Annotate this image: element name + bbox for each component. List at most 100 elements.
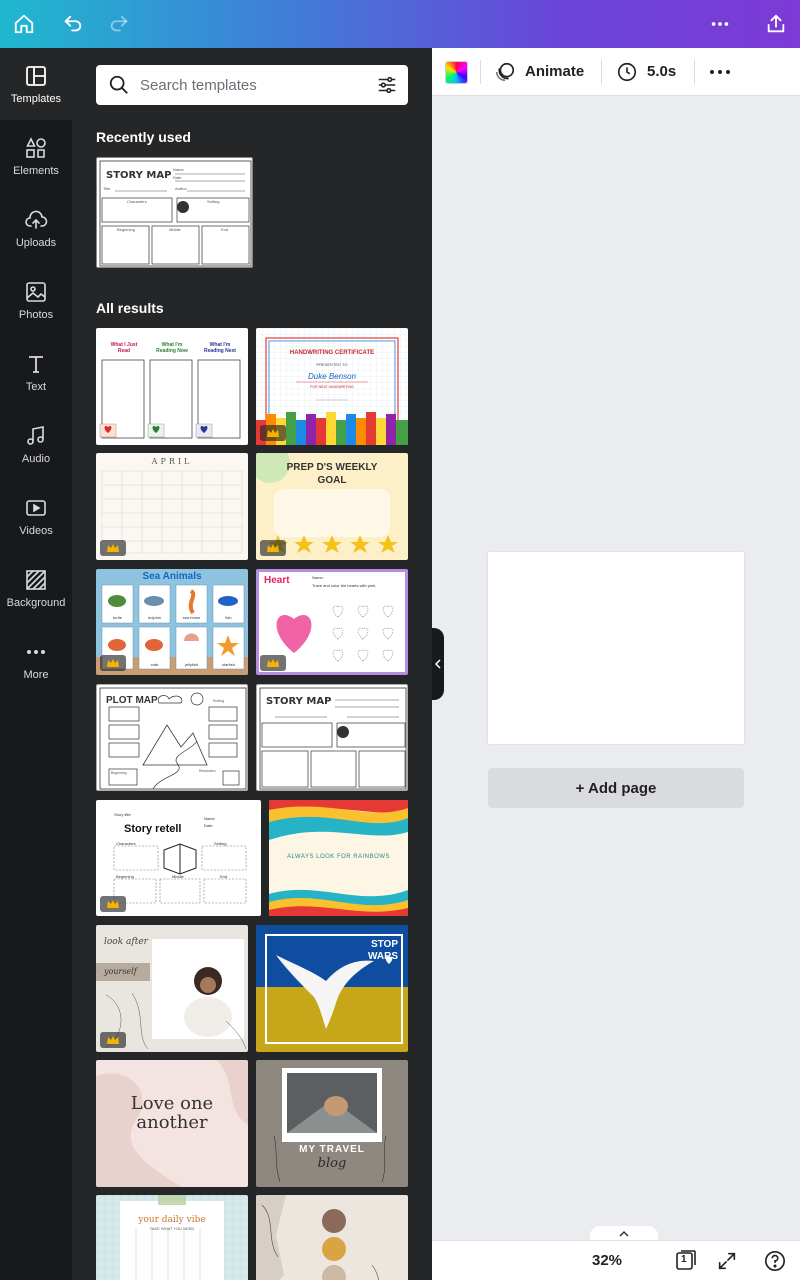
template-april-calendar[interactable]: APRIL [96,453,248,560]
color-picker-swatch[interactable] [445,61,468,84]
side-rail: Templates Elements Uploads Photos Text A… [0,48,72,1280]
premium-crown-icon [260,655,286,671]
rail-label: Audio [21,452,51,465]
thumb-text: PRESENTED TO [316,362,348,367]
thumb-text: PREP D'S WEEKLY GOAL [286,462,378,486]
rail-item-text[interactable]: Text [0,336,72,408]
rail-label: Background [6,596,66,609]
thumb-label: Middle [169,227,181,232]
template-always-look-for-rainbows[interactable]: ALWAYS LOOK FOR RAINBOWS [269,800,408,916]
animate-button[interactable]: Animate [494,60,604,84]
thumb-text: FOR NEAT HANDWRITING [310,385,354,389]
thumb-label: Beginning [117,227,135,232]
duration-button[interactable]: 5.0s [616,60,680,84]
template-story-retell[interactable]: Story title Story retell Name Date Chara… [96,800,261,916]
share-icon[interactable] [760,8,792,40]
rail-label: Uploads [15,236,57,249]
templates-panel: Recently used STORY MAP Name Date Title … [72,48,432,1280]
thumb-text: fish [225,615,232,620]
rail-item-audio[interactable]: Audio [0,408,72,480]
template-look-after-yourself[interactable]: look after yourself [96,925,248,1052]
recent-template-story-map[interactable]: STORY MAP Name Date Title Author Charact… [96,157,253,268]
template-love-one-another[interactable]: Love one another [96,1060,248,1187]
thumb-text: blog [317,1156,347,1171]
thumb-label: Author [175,186,187,191]
filter-icon[interactable] [376,74,398,96]
template-story-map[interactable]: STORY MAP [256,684,408,791]
page-count: 1 [681,1254,687,1265]
add-page-button[interactable]: + Add page [488,768,744,808]
template-stop-wars[interactable]: STOP WARS [256,925,408,1052]
zoom-level[interactable]: 32% [592,1252,622,1269]
template-my-travel-blog[interactable]: MY TRAVEL blog [256,1060,408,1187]
thumb-text: starfish [222,662,235,667]
thumb-text: turtle [113,615,122,620]
template-handwriting-certificate[interactable]: HANDWRITING CERTIFICATE PRESENTED TO Duk… [256,328,408,445]
help-icon[interactable] [764,1250,786,1272]
rail-label: Templates [10,92,62,105]
recently-used-heading: Recently used [96,129,191,145]
premium-crown-icon [100,655,126,671]
page-count-button[interactable]: 1 [675,1249,697,1271]
premium-crown-icon [100,540,126,556]
template-weekly-goal[interactable]: PREP D'S WEEKLY GOAL [256,453,408,560]
editor-toolbar: Animate 5.0s [432,48,800,96]
rail-item-templates[interactable]: Templates [0,48,72,120]
chevron-up-icon [619,1230,629,1237]
animate-label: Animate [525,63,585,80]
rail-item-elements[interactable]: Elements [0,120,72,192]
thumb-label: Title [103,186,111,191]
thumb-text: ALWAYS LOOK FOR RAINBOWS [287,854,390,860]
rail-item-more[interactable]: More [0,624,72,696]
thumb-text: jellyfish [184,662,199,667]
bottom-bar: 32% 1 [432,1240,800,1280]
rail-item-uploads[interactable]: Uploads [0,192,72,264]
rail-label: Videos [19,524,53,537]
fullscreen-icon[interactable] [716,1250,738,1272]
thumb-text: STORY MAP [266,696,332,707]
thumb-text: your daily vibe [138,1215,206,1225]
search-box [96,65,408,105]
collapse-panel-handle[interactable] [432,628,444,700]
thumb-text: TAKE WHAT YOU NEED [149,1226,195,1231]
animate-icon [495,62,515,82]
template-abstract-dots[interactable] [256,1195,408,1280]
template-heart-tracing[interactable]: Heart Name: Trace and color the hearts w… [256,569,408,675]
thumb-text: yourself [104,967,137,976]
divider [694,60,695,84]
template-reading-tracker[interactable]: What I Just Read What I'm Reading Now Wh… [96,328,248,445]
premium-crown-icon [260,540,286,556]
thumb-text: Ending [213,699,224,703]
more-icon[interactable] [704,8,736,40]
thumb-label: Characters [127,199,147,204]
thumb-text: Beginning [111,771,127,775]
template-plot-map[interactable]: PLOT MAP Ending Beginning Resolution [96,684,248,791]
divider [480,60,481,84]
rail-label: Photos [18,308,54,321]
chevron-left-icon [434,659,441,669]
rail-item-videos[interactable]: Videos [0,480,72,552]
template-daily-vibe[interactable]: your daily vibe TAKE WHAT YOU NEED [96,1195,248,1280]
thumb-text: sea horse [182,615,201,620]
templates-icon [26,65,46,86]
thumb-text: Name: [312,575,324,580]
clock-icon [617,62,637,82]
thumb-label: Setting [207,199,220,204]
design-page[interactable] [488,552,744,744]
thumb-text: HANDWRITING CERTIFICATE [289,350,375,356]
redo-icon[interactable] [103,8,135,40]
search-input[interactable] [140,65,370,105]
duration-label: 5.0s [647,63,677,80]
rail-item-background[interactable]: Background [0,552,72,624]
thumb-text: crab [150,662,159,667]
undo-icon[interactable] [57,8,89,40]
all-results-heading: All results [96,300,164,316]
template-sea-animals[interactable]: Sea Animals turtle dolphin sea horse fis… [96,569,248,675]
thumb-text: Heart [264,575,290,586]
rail-item-photos[interactable]: Photos [0,264,72,336]
home-icon[interactable] [8,8,40,40]
rail-label: Elements [13,164,59,177]
thumb-text: Love one another [130,1093,214,1133]
toolbar-more-icon[interactable] [708,61,732,83]
premium-crown-icon [100,1032,126,1048]
